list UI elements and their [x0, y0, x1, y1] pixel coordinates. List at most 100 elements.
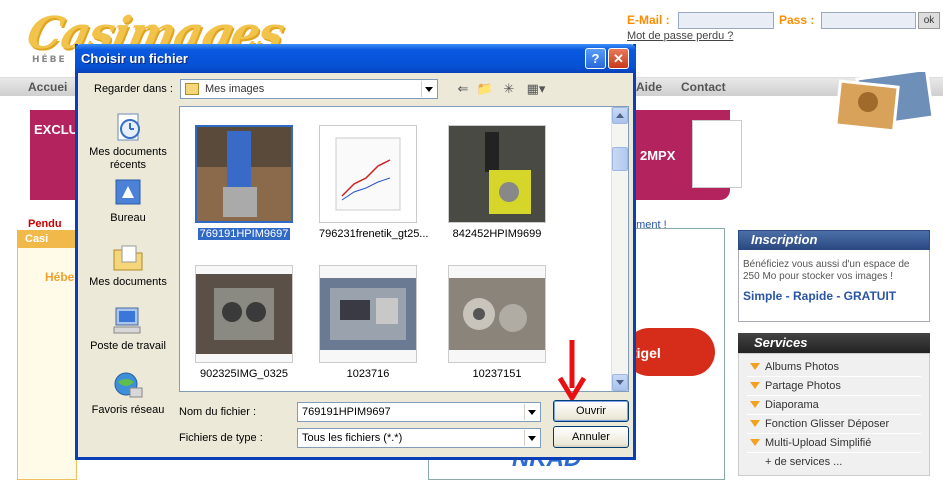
file-thumbnail: [319, 125, 417, 223]
file-thumbnail: [448, 265, 546, 363]
places-bar: Mes documents récents Bureau Mes documen…: [85, 106, 171, 424]
photo-stack-decoration: [834, 72, 935, 132]
slogan: Simple - Rapide - GRATUIT: [743, 289, 897, 303]
thumbnail-image: [196, 274, 292, 354]
new-folder-icon[interactable]: ✳: [500, 82, 518, 98]
nav-home[interactable]: Accuei: [28, 80, 67, 94]
email-field[interactable]: [678, 12, 774, 29]
file-thumbnail: [319, 265, 417, 363]
filename-label: Nom du fichier :: [179, 406, 257, 418]
file-thumbnail: [448, 125, 546, 223]
place-label: Poste de travail: [90, 340, 166, 352]
file-name: 10237151: [472, 368, 522, 380]
vertical-scrollbar[interactable]: [611, 107, 628, 391]
file-item[interactable]: 10237151: [448, 265, 546, 380]
dialog-title: Choisir un fichier: [81, 51, 188, 66]
place-recent[interactable]: Mes documents récents: [85, 112, 171, 172]
services-list: Albums Photos Partage Photos Diaporama F…: [738, 353, 930, 476]
thumbnail-image: [320, 278, 416, 350]
close-button[interactable]: ✕: [608, 48, 629, 69]
lookin-value: Mes images: [205, 83, 265, 95]
thumbnail-image: [449, 278, 545, 350]
email-label: E-Mail :: [627, 13, 670, 27]
filetype-select[interactable]: Tous les fichiers (*.*): [297, 428, 541, 448]
my-documents-icon: [113, 245, 143, 271]
service-item[interactable]: Albums Photos: [747, 358, 921, 377]
dialog-titlebar[interactable]: Choisir un fichier ? ✕: [75, 44, 636, 73]
login-ok-button[interactable]: ok: [918, 12, 940, 29]
thumbnail-image: [320, 126, 416, 222]
place-label: Bureau: [110, 212, 146, 224]
password-label: Pass :: [779, 13, 815, 27]
place-desktop[interactable]: Bureau: [85, 178, 171, 225]
services-box: Services Albums Photos Partage Photos Di…: [738, 333, 936, 476]
file-name: 842452HPIM9699: [452, 228, 542, 240]
scroll-down-button[interactable]: [612, 374, 628, 391]
filename-value: 769191HPIM9697: [302, 406, 391, 418]
filename-input[interactable]: 769191HPIM9697: [297, 402, 541, 422]
file-item[interactable]: 902325IMG_0325: [195, 265, 293, 380]
file-chooser-dialog: Choisir un fichier ? ✕ Regarder dans : M…: [75, 44, 636, 460]
ad-text: tigel: [632, 345, 661, 361]
red-arrow-annotation: [558, 340, 586, 400]
inscription-body: Bénéficiez vous aussi d'un espace de 250…: [738, 250, 930, 322]
file-name: 796231frenetik_gt25...: [319, 228, 429, 240]
site-logo-subtitle: HÉBE: [32, 55, 67, 65]
service-item[interactable]: Fonction Glisser Déposer: [747, 415, 921, 434]
left-panel-heading: Hébe: [45, 270, 75, 284]
banner-text-right: 2MPX: [640, 148, 676, 163]
filetype-value: Tous les fichiers (*.*): [302, 432, 403, 444]
banner-text-left: EXCLU: [34, 122, 79, 137]
help-button[interactable]: ?: [585, 48, 606, 69]
place-my-computer[interactable]: Poste de travail: [85, 306, 171, 353]
promo-text-red: Pendu: [28, 218, 62, 230]
left-panel: [17, 230, 77, 480]
place-label: Mes documents: [89, 276, 167, 288]
view-menu-icon[interactable]: ▦▾: [524, 82, 548, 98]
password-field[interactable]: [821, 12, 916, 29]
file-item[interactable]: 842452HPIM9699: [448, 125, 546, 240]
scroll-thumb[interactable]: [612, 147, 628, 171]
file-name: 1023716: [346, 368, 390, 380]
open-button[interactable]: Ouvrir: [553, 400, 629, 422]
service-item[interactable]: Multi-Upload Simplifié: [747, 434, 921, 453]
up-folder-icon[interactable]: 📁: [476, 82, 494, 98]
file-item[interactable]: 1023716: [319, 265, 417, 380]
inscription-title[interactable]: Inscription: [738, 230, 930, 250]
file-name: 902325IMG_0325: [199, 368, 289, 380]
file-item[interactable]: 796231frenetik_gt25...: [319, 125, 428, 240]
nav-help[interactable]: Aide: [636, 80, 662, 94]
chevron-down-icon[interactable]: [524, 430, 539, 446]
services-title: Services: [738, 333, 930, 353]
scroll-up-button[interactable]: [612, 107, 628, 124]
forgot-password-link[interactable]: Mot de passe perdu ?: [627, 30, 733, 42]
inscription-text: Bénéficiez vous aussi d'un espace de 250…: [743, 259, 910, 282]
computer-icon: [113, 307, 141, 334]
file-name: 769191HPIM9697: [197, 228, 291, 240]
nav-contact[interactable]: Contact: [681, 80, 726, 94]
place-network[interactable]: Favoris réseau: [85, 370, 171, 417]
lookin-label: Regarder dans :: [94, 83, 173, 95]
chevron-down-icon[interactable]: [524, 404, 539, 420]
more-services-link[interactable]: + de services ...: [747, 453, 921, 471]
back-icon[interactable]: ⇐: [454, 82, 472, 98]
place-my-documents[interactable]: Mes documents: [85, 242, 171, 289]
desktop-icon: [115, 179, 141, 205]
thumbnail-image: [449, 126, 545, 222]
place-label: Favoris réseau: [91, 404, 165, 416]
service-item[interactable]: Partage Photos: [747, 377, 921, 396]
folder-icon: [185, 83, 199, 95]
chevron-down-icon[interactable]: [421, 81, 436, 97]
cancel-button[interactable]: Annuler: [553, 426, 629, 448]
place-label: Mes documents récents: [89, 146, 167, 171]
filetype-label: Fichiers de type :: [179, 432, 263, 444]
file-item[interactable]: 769191HPIM9697: [195, 125, 293, 240]
network-icon: [114, 372, 143, 398]
service-item[interactable]: Diaporama: [747, 396, 921, 415]
recent-documents-icon: [117, 113, 140, 141]
thumbnail-image: [197, 127, 291, 221]
inscription-box: Inscription Bénéficiez vous aussi d'un e…: [738, 230, 936, 322]
banner-logos: [692, 120, 742, 188]
file-thumbnail: [195, 265, 293, 363]
lookin-combo[interactable]: Mes images: [180, 79, 438, 99]
